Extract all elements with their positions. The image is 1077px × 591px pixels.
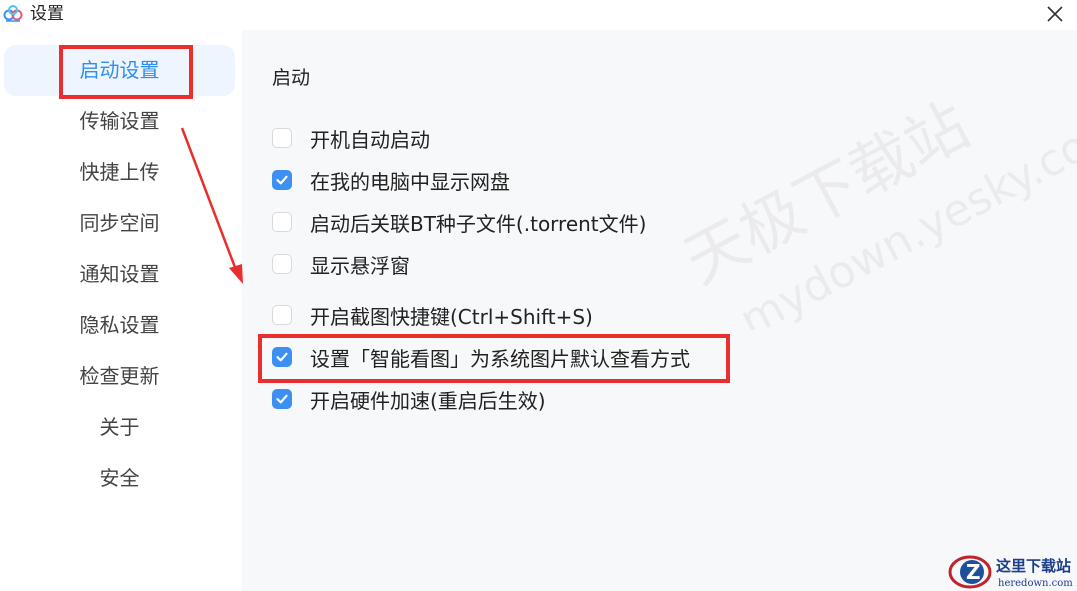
annotation-arrow <box>180 127 243 284</box>
heredown-logo: Z 这里下载站 heredown.com <box>948 555 1073 589</box>
logo-title: 这里下载站 <box>996 557 1071 575</box>
svg-text:Z: Z <box>966 560 981 584</box>
logo-url: heredown.com <box>998 578 1073 589</box>
